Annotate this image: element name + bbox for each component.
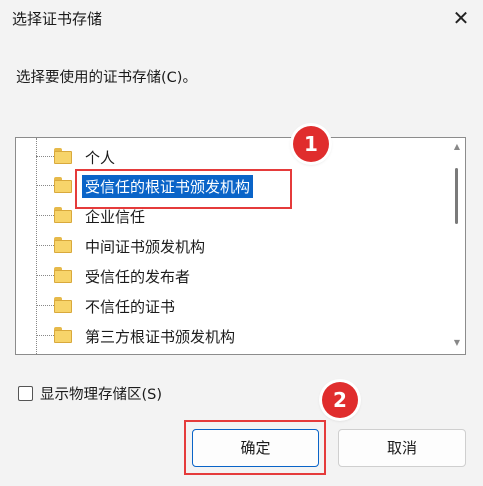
tree-item-intermediate-ca[interactable]: 中间证书颁发机构	[16, 233, 436, 259]
vertical-scrollbar[interactable]: ▲ ▼	[450, 138, 464, 354]
tree-item-personal[interactable]: 个人	[16, 144, 436, 170]
show-physical-stores-checkbox[interactable]	[18, 386, 33, 401]
store-prompt-label: 选择要使用的证书存储(C)。	[16, 70, 197, 86]
scrollbar-thumb[interactable]	[455, 168, 458, 224]
folder-icon	[54, 207, 72, 223]
tree-item-third-party-root[interactable]: 第三方根证书颁发机构	[16, 323, 436, 349]
tree-item-trusted-publishers[interactable]: 受信任的发布者	[16, 263, 436, 289]
title-bar: 选择证书存储 ✕	[0, 0, 483, 40]
tree-item-label: 不信任的证书	[85, 298, 176, 316]
tree-item-label: 第三方根证书颁发机构	[85, 328, 236, 346]
show-physical-stores-label: 显示物理存储区(S)	[40, 387, 163, 403]
tree-item-untrusted-certificates[interactable]: 不信任的证书	[16, 293, 436, 319]
ok-button[interactable]: 确定	[192, 429, 319, 467]
folder-icon	[54, 237, 72, 253]
folder-icon	[54, 327, 72, 343]
highlight-box-selection	[75, 169, 292, 209]
folder-icon	[54, 297, 72, 313]
step-badge-2: 2	[322, 382, 358, 418]
tree-item-label: 受信任的发布者	[85, 268, 191, 286]
cancel-button[interactable]: 取消	[338, 429, 466, 467]
scroll-down-icon[interactable]: ▼	[450, 338, 464, 347]
folder-icon	[54, 267, 72, 283]
folder-icon	[54, 148, 72, 164]
close-icon[interactable]: ✕	[448, 5, 474, 31]
tree-item-label: 中间证书颁发机构	[85, 238, 206, 256]
folder-icon	[54, 177, 72, 193]
window-title: 选择证书存储	[12, 10, 103, 28]
tree-item-label: 个人	[85, 149, 116, 167]
step-badge-1: 1	[293, 126, 329, 162]
scroll-up-icon[interactable]: ▲	[450, 142, 464, 151]
